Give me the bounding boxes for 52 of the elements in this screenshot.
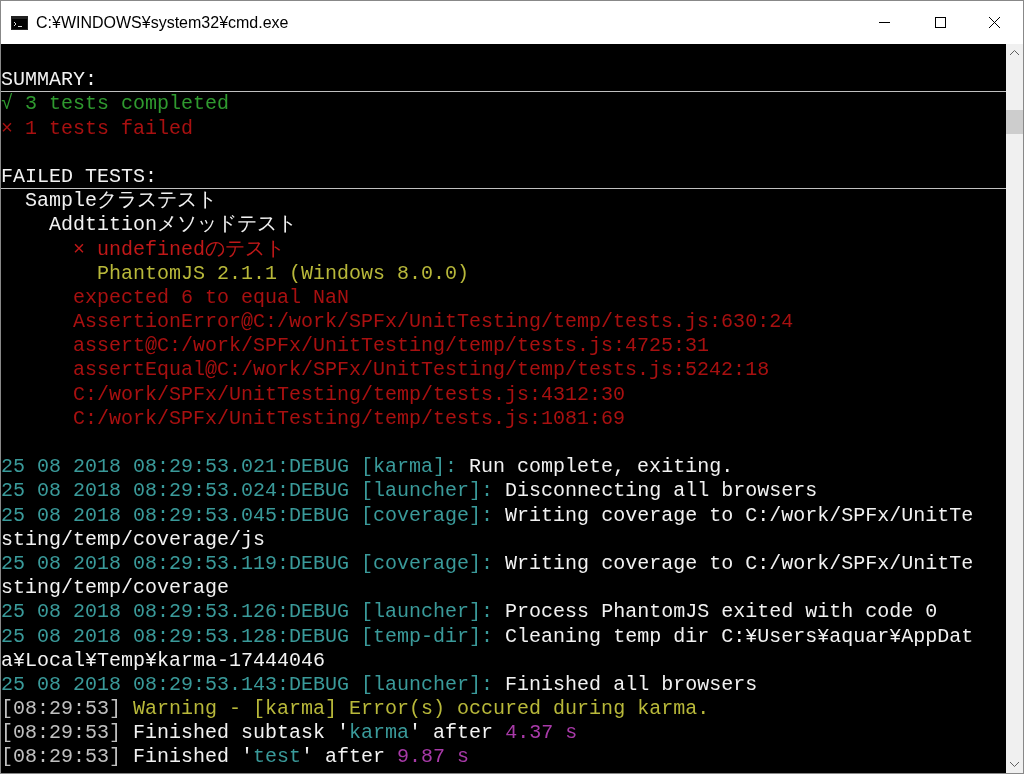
console-text: × 1 tests failed [1,116,194,140]
console-text: Cleaning temp dir C:¥Users¥aquar¥AppDat [505,624,974,648]
window-title: C:¥WINDOWS¥system32¥cmd.exe [36,12,289,33]
console-text: karma [349,721,410,745]
console-text: 9.87 s [397,745,470,769]
scroll-up-icon[interactable] [1010,50,1019,55]
console-text: assert@C:/work/SPFx/UnitTesting/temp/tests.js:4725:31 [73,334,710,358]
console-text: Sampleクラステスト [25,189,218,213]
console-text: assertEqual@C:/work/SPFx/UnitTesting/temp/tests.js:5242:18 [73,358,770,382]
console-text: Process PhantomJS exited with code 0 [505,600,938,624]
console-text: 25 08 2018 08:29:53.045:DEBUG [coverage]: [1,503,494,527]
console-text: 25 08 2018 08:29:53.119:DEBUG [coverage]: [1,551,494,575]
console-text: a¥Local¥Temp¥karma-17444046 [1,648,326,672]
console-text: 25 08 2018 08:29:53.126:DEBUG [launcher]: [1,600,494,624]
console-text: [08:29:53] [1,697,122,721]
console-text: Addtitionメソッドテスト [49,213,298,237]
maximize-icon [934,17,946,28]
console-text: 25 08 2018 08:29:53.024:DEBUG [launcher]: [1,479,494,503]
console-text: Finished ' [133,745,254,769]
close-icon [988,17,1000,28]
console-text: PhantomJS 2.1.1 (Windows 8.0.0) [97,261,470,285]
scroll-down-icon[interactable] [1010,762,1019,767]
console-text: × undefinedのテスト [73,237,286,261]
console-text: C:/work/SPFx/UnitTesting/temp/tests.js:4312:30 [73,382,626,406]
console-text: ' after [409,721,495,745]
console-text: 4.37 s [505,721,578,745]
console-text: √ 3 tests completed [1,92,230,116]
minimize-icon [878,22,890,23]
console-text: Finished all browsers [505,672,758,696]
console-text: Finished subtask ' [133,721,350,745]
console-text: Warning - [karma] Error(s) occured during karma. [133,697,710,721]
console-text: 25 08 2018 08:29:53.143:DEBUG [launcher]: [1,672,494,696]
console-icon [11,15,28,30]
console-text: test [253,745,302,769]
console-text: 25 08 2018 08:29:53.021:DEBUG [karma]: [1,455,458,479]
console-text: 25 08 2018 08:29:53.128:DEBUG [temp-dir]: [1,624,494,648]
console-text: sting/temp/coverage [1,576,230,600]
console-text: AssertionError@C:/work/SPFx/UnitTesting/temp/tests.js:630:24 [73,310,794,334]
console-text: expected 6 to equal NaN [73,285,350,309]
scrollbar[interactable] [1006,44,1023,773]
console-text: sting/temp/coverage/js [1,527,266,551]
console-text: [08:29:53] [1,745,122,769]
console-text: Writing coverage to C:/work/SPFx/UnitTe [505,551,974,575]
scroll-thumb[interactable] [1006,110,1023,134]
console-text: C:/work/SPFx/UnitTesting/temp/tests.js:1081:69 [73,406,626,430]
section-heading: FAILED TESTS: [1,164,158,188]
console-text: Run complete, exiting. [469,455,734,479]
section-heading: SUMMARY: [1,68,97,92]
console-text: ' after [301,745,387,769]
console-text: Disconnecting all browsers [505,479,818,503]
console-text: Writing coverage to C:/work/SPFx/UnitTe [505,503,974,527]
console-text: [08:29:53] [1,721,122,745]
